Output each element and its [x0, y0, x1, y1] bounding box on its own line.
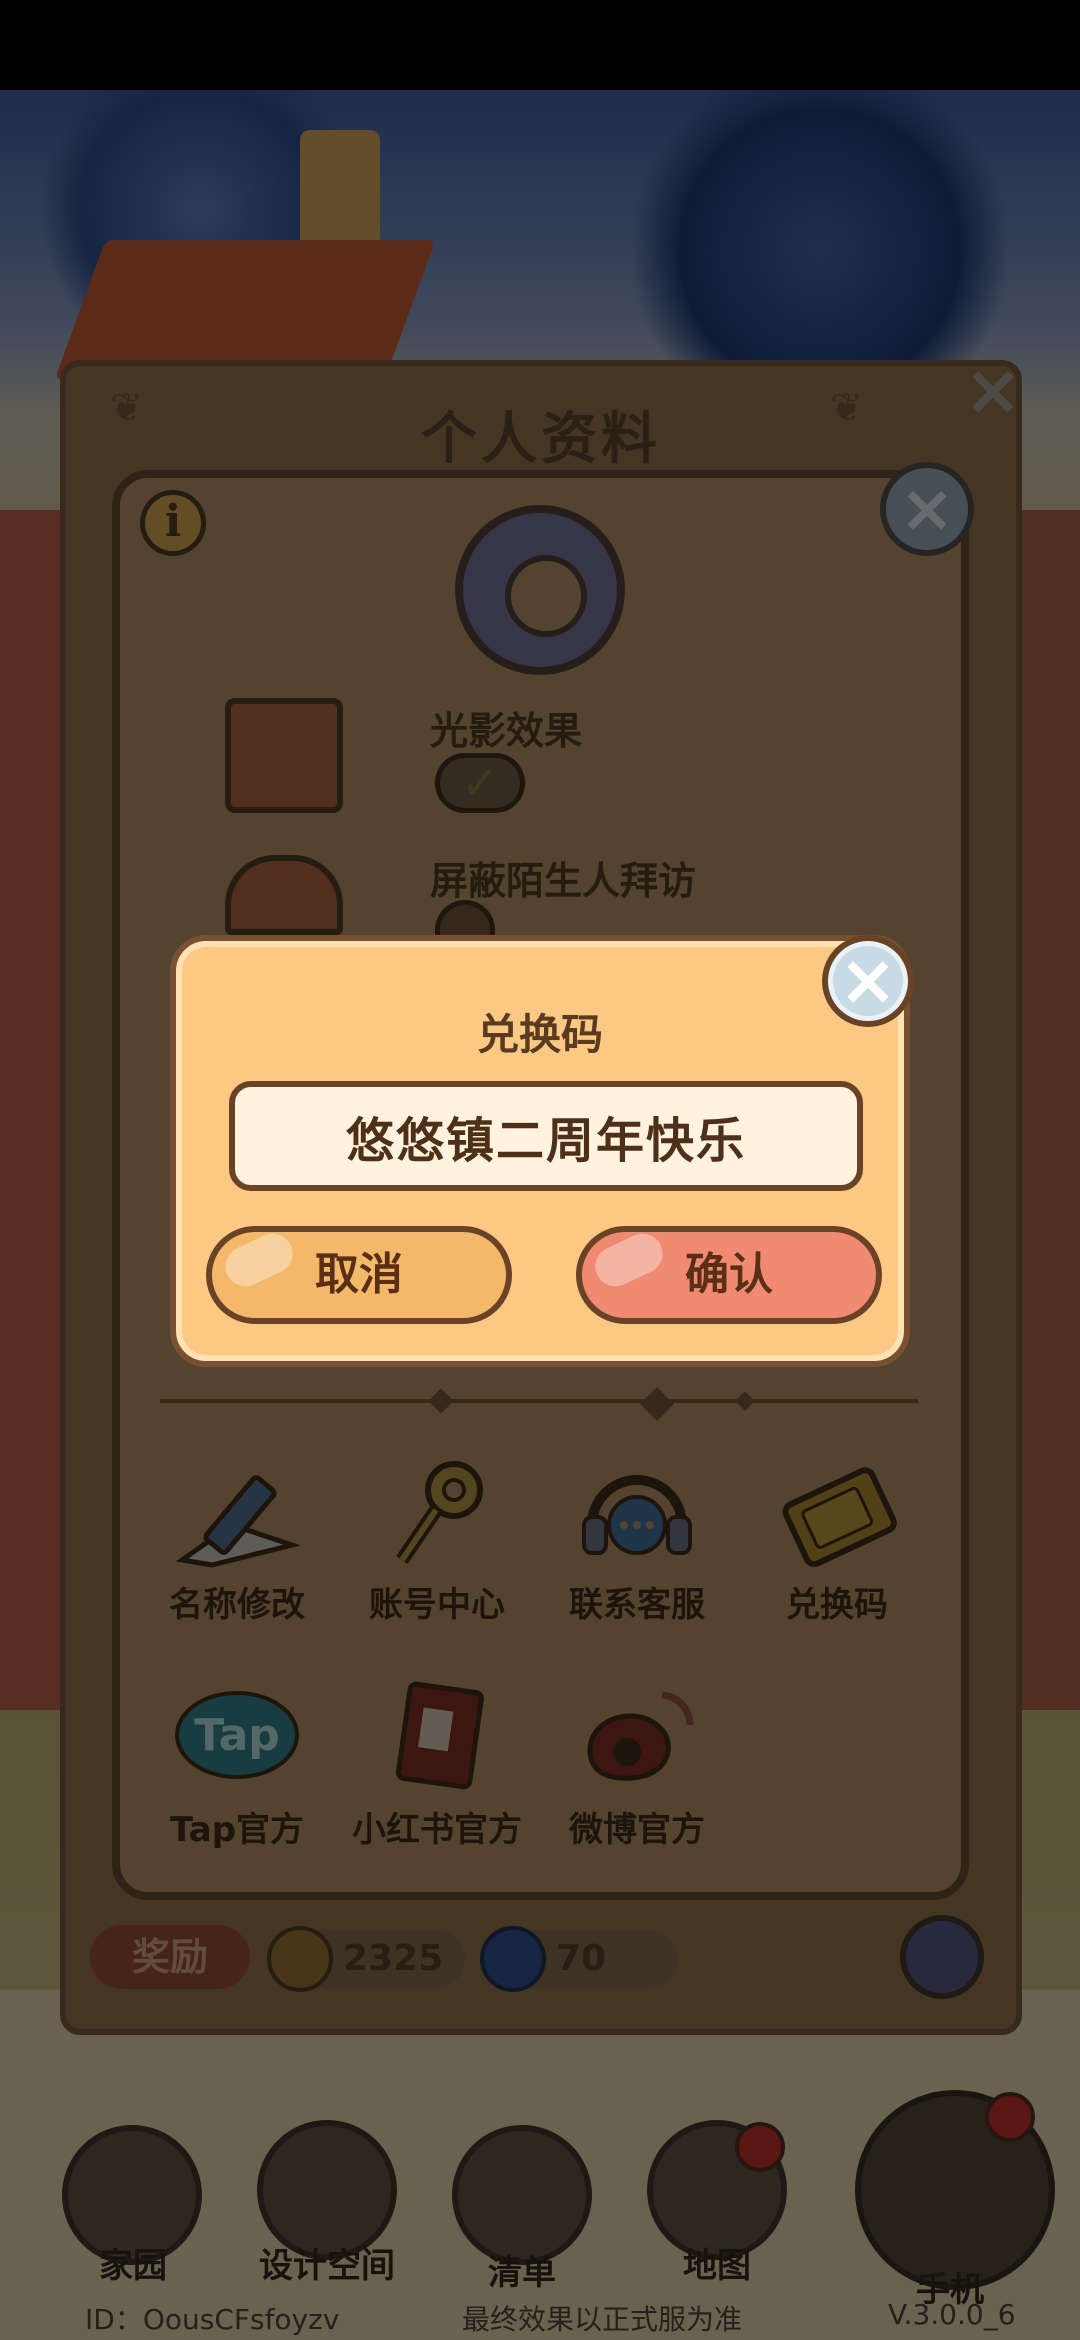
close-icon[interactable]: × [822, 935, 914, 1027]
status-bar [0, 0, 1080, 90]
redeem-code-dialog: 兑换码 取消 确认 [170, 935, 910, 1367]
redeem-dialog-title: 兑换码 [476, 1010, 603, 1059]
cancel-label: 取消 [315, 1249, 403, 1300]
confirm-button[interactable]: 确认 [576, 1226, 882, 1324]
cancel-button[interactable]: 取消 [206, 1226, 512, 1324]
confirm-label: 确认 [685, 1249, 773, 1300]
redeem-code-input[interactable] [229, 1081, 863, 1191]
